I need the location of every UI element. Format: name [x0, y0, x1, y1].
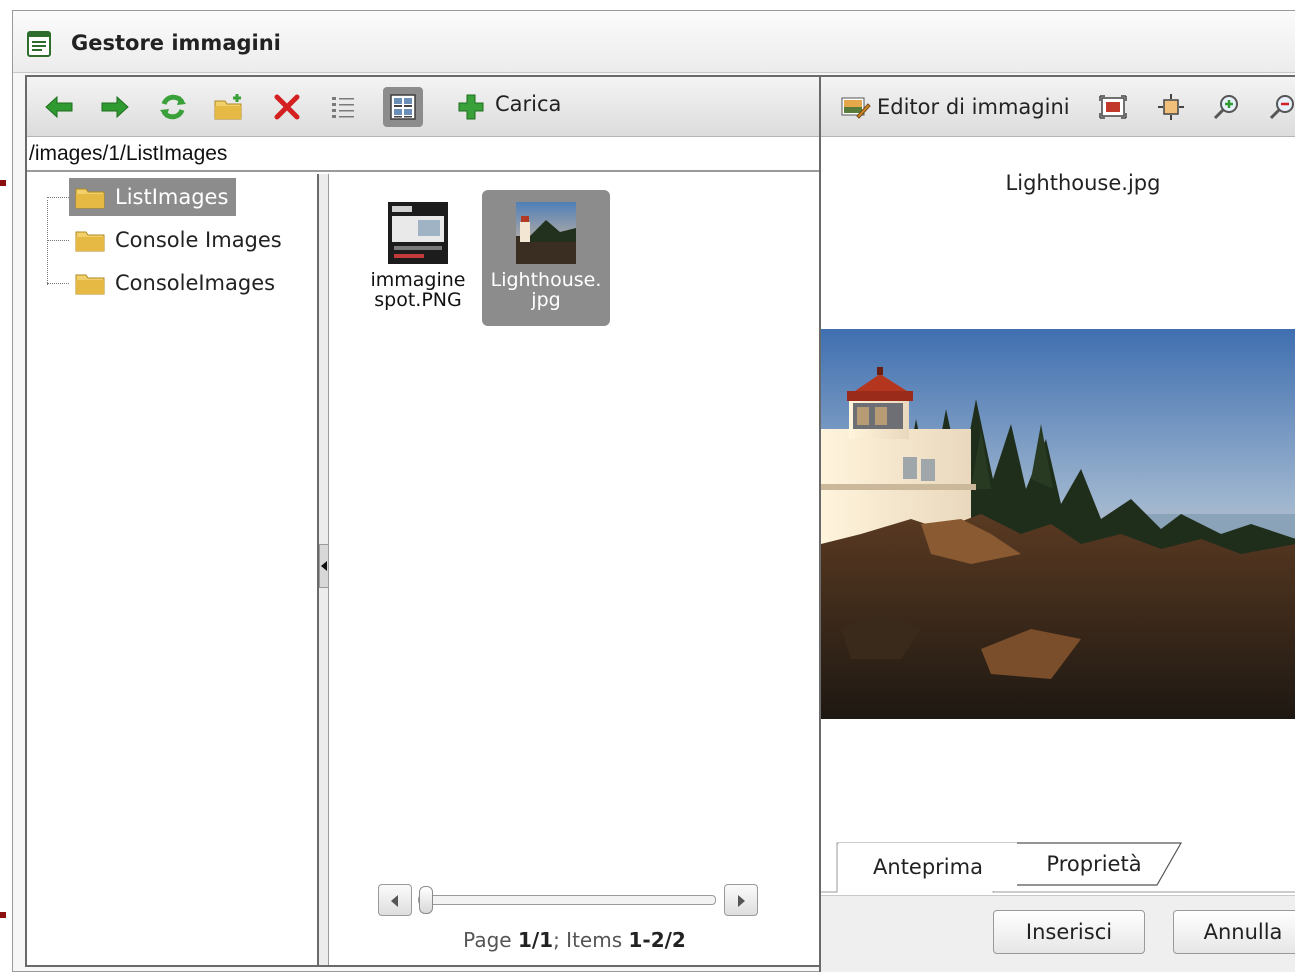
- file-list: immagine spot.PNG Lighthouse. jpg Page 1…: [330, 174, 819, 965]
- tab-label: Anteprima: [873, 855, 983, 879]
- scroll-left-button[interactable]: [378, 884, 412, 916]
- path-bar: /images/1/ListImages: [27, 138, 819, 172]
- collapse-handle[interactable]: [319, 544, 329, 588]
- file-name-line: spot.PNG: [374, 289, 462, 311]
- folder-icon: [75, 274, 105, 295]
- upload-icon: [458, 94, 484, 120]
- scroll-track[interactable]: [418, 886, 716, 914]
- image-preview: [821, 329, 1295, 719]
- file-name-line: jpg: [531, 289, 561, 311]
- tree-connector: [47, 283, 69, 284]
- file-name: immagine spot.PNG: [354, 270, 482, 310]
- pane-splitter[interactable]: [319, 174, 329, 965]
- pager-label: Page: [463, 928, 518, 952]
- thumbnail-view-button[interactable]: [383, 87, 423, 127]
- image-editor-label: Editor di immagini: [877, 95, 1070, 119]
- cancel-button-label: Annulla: [1203, 920, 1283, 944]
- delete-button[interactable]: [271, 91, 303, 123]
- back-button[interactable]: [43, 91, 75, 123]
- pager-status: Page 1/1; Items 1-2/2: [330, 928, 819, 952]
- actual-size-icon[interactable]: [1157, 93, 1185, 121]
- preview-tabs: Anteprima Proprietà: [821, 839, 1295, 893]
- file-thumbnail: [516, 202, 576, 264]
- tab-label: Proprietà: [1046, 852, 1142, 876]
- document-icon: [27, 31, 51, 57]
- file-name-line: Lighthouse.: [490, 269, 602, 291]
- zoom-in-icon[interactable]: [1213, 93, 1241, 121]
- pager-label: ; Items: [553, 928, 629, 952]
- tree-item-label: ConsoleImages: [115, 271, 276, 295]
- preview-panel: Editor di immagini Lighthouse.jpg Antepr…: [819, 75, 1295, 972]
- forward-button[interactable]: [99, 91, 131, 123]
- image-editor-button[interactable]: Editor di immagini: [841, 91, 1070, 123]
- window-title: Gestore immagini: [71, 31, 281, 55]
- cancel-button[interactable]: Annulla: [1173, 910, 1295, 954]
- refresh-button[interactable]: [157, 91, 189, 123]
- file-thumbnail: [388, 202, 448, 264]
- file-item-immagine-spot[interactable]: immagine spot.PNG: [354, 190, 482, 326]
- scroll-right-button[interactable]: [724, 884, 758, 916]
- thumbnail-view-icon: [390, 94, 416, 120]
- preview-toolbar: Editor di immagini: [821, 77, 1295, 137]
- explorer-toolbar: Carica: [27, 77, 819, 137]
- edge-marker: [0, 180, 6, 186]
- delete-icon: [274, 94, 300, 120]
- tree-item-label: ListImages: [115, 185, 229, 209]
- thumbnail-scroller: [378, 884, 762, 916]
- new-folder-button[interactable]: [213, 91, 245, 123]
- upload-button[interactable]: [455, 91, 487, 123]
- file-item-lighthouse[interactable]: Lighthouse. jpg: [482, 190, 610, 326]
- file-name-line: immagine: [370, 269, 466, 291]
- image-title: Lighthouse.jpg: [1005, 171, 1161, 195]
- tree-connector: [47, 200, 48, 285]
- insert-button-label: Inserisci: [1025, 920, 1113, 944]
- tree-connector: [47, 240, 69, 241]
- zoom-out-icon[interactable]: [1269, 93, 1295, 121]
- insert-button[interactable]: Inserisci: [993, 910, 1145, 954]
- tree-connector: [47, 197, 69, 198]
- chevron-left-icon: [391, 895, 398, 907]
- title-bar: Gestore immagini: [13, 11, 1295, 73]
- pager-items: 1-2/2: [628, 928, 686, 952]
- tree-item-label: Console Images: [115, 228, 282, 252]
- arrow-right-icon: [101, 95, 129, 119]
- fit-to-window-icon[interactable]: [1099, 93, 1127, 121]
- list-view-icon: [332, 97, 354, 118]
- tab-anteprima[interactable]: Anteprima: [839, 843, 1017, 891]
- image-editor-icon: [841, 97, 871, 119]
- folder-icon: [75, 231, 105, 252]
- chevron-right-icon: [738, 895, 745, 907]
- image-manager-window: Gestore immagini Carica /images/1/ListIm…: [12, 10, 1295, 972]
- file-explorer: Carica /images/1/ListImages ListImages C…: [25, 75, 821, 967]
- arrow-left-icon: [45, 95, 73, 119]
- collapse-arrow-icon: [321, 561, 327, 571]
- refresh-icon: [160, 94, 186, 120]
- tree-item-consoleimages[interactable]: ConsoleImages: [47, 264, 283, 302]
- file-name: Lighthouse. jpg: [482, 270, 610, 310]
- upload-label[interactable]: Carica: [495, 92, 561, 116]
- folder-tree: ListImages Console Images ConsoleImages: [27, 174, 319, 965]
- tree-item-listimages[interactable]: ListImages: [47, 178, 237, 216]
- new-folder-icon: [214, 94, 242, 120]
- list-view-button[interactable]: [327, 91, 359, 123]
- tree-item-console-images[interactable]: Console Images: [47, 221, 290, 259]
- dialog-footer: Inserisci Annulla: [821, 895, 1295, 972]
- edge-marker: [0, 912, 6, 918]
- current-path: /images/1/ListImages: [29, 142, 228, 165]
- tab-proprieta[interactable]: Proprietà: [1019, 843, 1169, 885]
- pager-page: 1/1: [517, 928, 554, 952]
- folder-icon: [75, 188, 105, 209]
- scroll-thumb[interactable]: [419, 886, 433, 914]
